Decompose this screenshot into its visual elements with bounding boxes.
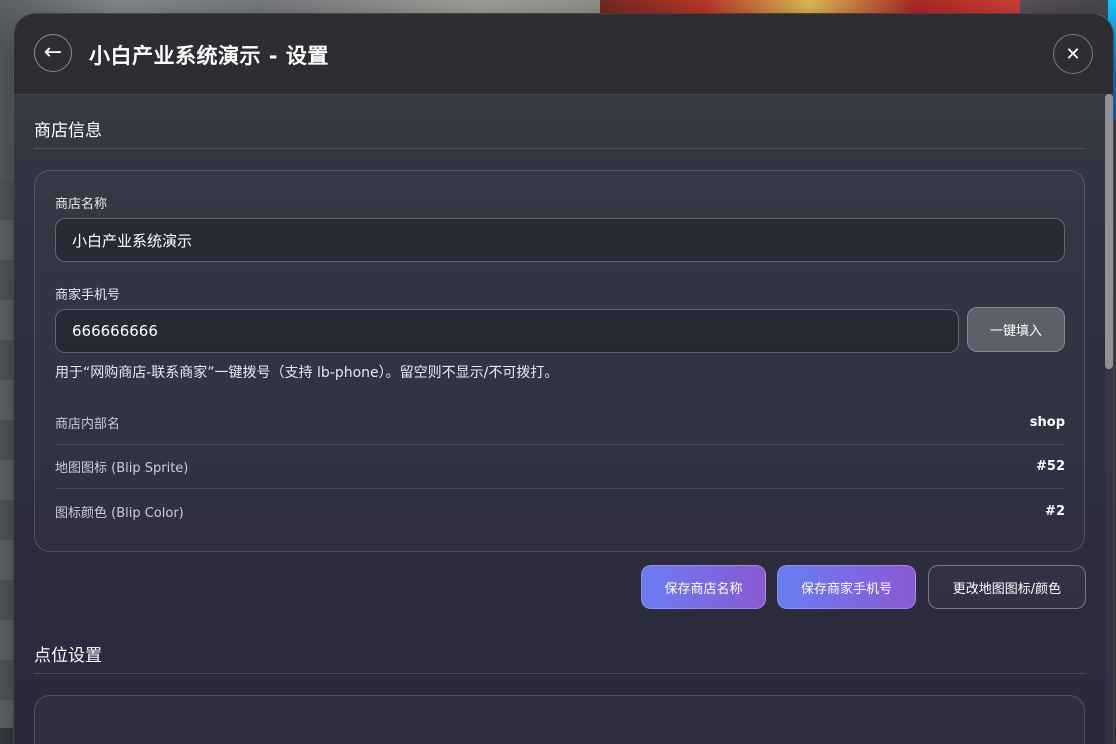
info-row-blip-sprite: 地图图标 (Blip Sprite) #52 — [55, 445, 1065, 489]
info-label: 商店内部名 — [55, 417, 121, 432]
settings-panel: ← 小白产业系统演示 - 设置 ✕ 商店信息 商店名称 小白产业系统演示 商家手… — [13, 13, 1114, 744]
section-divider — [34, 148, 1085, 149]
info-value: shop — [1029, 415, 1065, 430]
info-row-internal-name: 商店内部名 shop — [55, 401, 1065, 445]
auto-fill-button[interactable]: 一键填入 — [967, 307, 1065, 352]
back-button[interactable]: ← — [34, 34, 72, 72]
point-settings-card — [34, 695, 1085, 744]
section-title-shop-info: 商店信息 — [34, 121, 102, 141]
shop-info-card: 商店名称 小白产业系统演示 商家手机号 666666666 一键填入 用于“网购… — [34, 170, 1085, 552]
section-divider — [34, 673, 1085, 674]
phone-input[interactable]: 666666666 — [55, 309, 959, 353]
save-shop-name-button[interactable]: 保存商店名称 — [641, 565, 766, 609]
background-wall — [0, 180, 14, 744]
shop-name-value: 小白产业系统演示 — [72, 231, 193, 250]
section-title-point-settings: 点位设置 — [34, 646, 102, 666]
info-value: #52 — [1036, 459, 1065, 474]
close-icon: ✕ — [1065, 43, 1081, 65]
phone-value: 666666666 — [72, 322, 158, 340]
change-blip-button[interactable]: 更改地图图标/颜色 — [928, 565, 1086, 609]
phone-label: 商家手机号 — [55, 288, 121, 303]
arrow-left-icon: ← — [43, 40, 63, 65]
page-title: 小白产业系统演示 - 设置 — [89, 44, 329, 68]
scrollbar-thumb[interactable] — [1105, 94, 1113, 369]
panel-header: ← 小白产业系统演示 - 设置 ✕ — [14, 14, 1113, 95]
background-banner — [600, 0, 1020, 14]
info-row-blip-color: 图标颜色 (Blip Color) #2 — [55, 489, 1065, 533]
save-phone-button[interactable]: 保存商家手机号 — [777, 565, 916, 609]
shop-name-input[interactable]: 小白产业系统演示 — [55, 218, 1065, 262]
phone-hint: 用于“网购商店-联系商家”一键拨号（支持 lb-phone）。留空则不显示/不可… — [55, 365, 559, 381]
info-label: 图标颜色 (Blip Color) — [55, 505, 184, 521]
info-label: 地图图标 (Blip Sprite) — [55, 461, 189, 476]
info-value: #2 — [1045, 503, 1065, 519]
close-button[interactable]: ✕ — [1053, 34, 1093, 74]
shop-name-label: 商店名称 — [55, 197, 108, 212]
